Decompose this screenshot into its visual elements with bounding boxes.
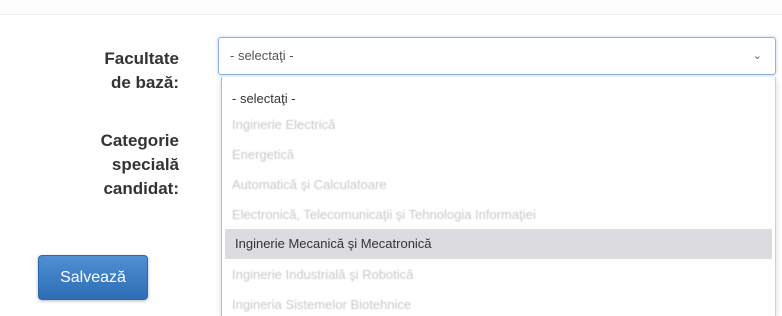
dropdown-option[interactable]: Inginerie Industrială şi Robotică [222, 260, 775, 289]
category-label-line1: Categorie [100, 131, 179, 150]
faculty-select-value: - selectaţi - [230, 48, 294, 63]
top-divider [0, 0, 782, 15]
category-label: Categorie specială candidat: [40, 129, 179, 201]
faculty-label-line1: Facultate [104, 49, 179, 68]
faculty-dropdown-list: - selectaţi - Inginerie Electrică Energe… [221, 77, 776, 316]
dropdown-option[interactable]: Inginerie Electrică [222, 110, 775, 139]
faculty-select[interactable]: - selectaţi - ⌄ [218, 37, 776, 75]
dropdown-option-highlighted[interactable]: Inginerie Mecanică şi Mecatronică [225, 229, 772, 259]
chevron-down-icon: ⌄ [752, 49, 762, 62]
dropdown-option[interactable]: Automatică şi Calculatoare [222, 170, 775, 199]
dropdown-option[interactable]: Energetică [222, 140, 775, 169]
dropdown-option[interactable]: Electronică, Telecomunicaţii şi Tehnolog… [222, 200, 775, 229]
category-label-line2: specială [111, 155, 179, 174]
faculty-label-line2: de bază: [110, 73, 179, 92]
category-label-line3: candidat: [103, 179, 179, 198]
dropdown-option[interactable]: Ingineria Sistemelor Biotehnice [222, 290, 775, 316]
faculty-label: Facultate de bază: [40, 47, 179, 95]
save-button[interactable]: Salvează [38, 255, 148, 300]
dropdown-option[interactable]: - selectaţi - [222, 84, 775, 113]
